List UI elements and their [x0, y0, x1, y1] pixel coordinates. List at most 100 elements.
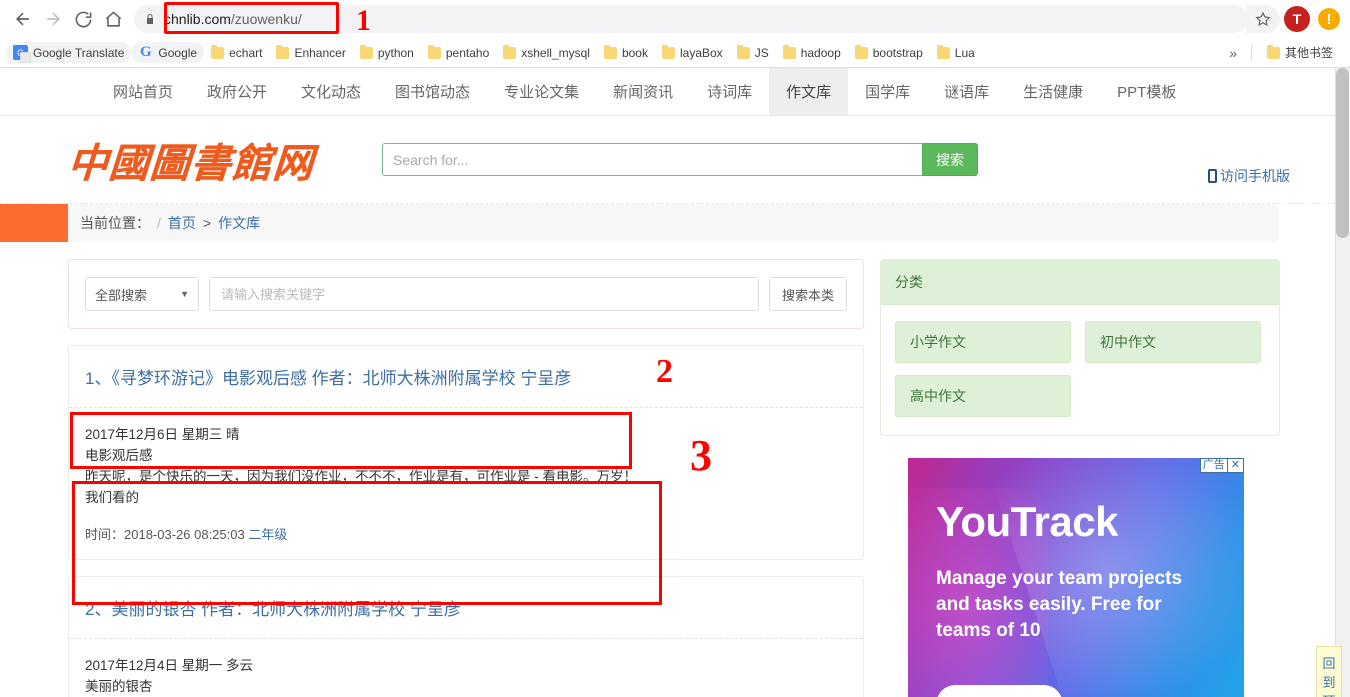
lock-icon	[144, 12, 156, 26]
ad-subtitle: Manage your team projects and tasks easi…	[936, 568, 1183, 641]
bookmark-book[interactable]: book	[597, 43, 655, 63]
nav-item-ppt[interactable]: PPT模板	[1100, 68, 1193, 115]
breadcrumb-prefix: 当前位置：	[80, 215, 150, 231]
ad-badge: 广告 ✕	[1199, 458, 1244, 473]
folder-icon	[359, 44, 373, 59]
mobile-version-link[interactable]: 访问手机版	[1208, 166, 1290, 186]
nav-item-sinology[interactable]: 国学库	[848, 68, 927, 115]
main-column: 全部搜索 ▼ 搜索本类 1、《寻梦环游记》电影观后感 作者：北师大株洲附属学校 …	[68, 259, 864, 697]
bookmarks-bar: G Google Translate G Google echart Enhan…	[0, 38, 1350, 68]
bookmark-label: python	[377, 45, 414, 60]
article-title-link[interactable]: 2、美丽的银杏 作者：北师大株洲附属学校 宁呈彦	[69, 577, 863, 639]
bookmark-label: hadoop	[800, 45, 841, 60]
folder-icon	[211, 44, 225, 59]
category-item-junior[interactable]: 初中作文	[1085, 321, 1261, 363]
bookmark-hadoop[interactable]: hadoop	[776, 43, 848, 63]
bookmark-xshell-mysql[interactable]: xshell_mysql	[496, 43, 597, 63]
article-excerpt: 2017年12月6日 星期三 晴 电影观后感 昨天呢，是个快乐的一天，因为我们没…	[69, 408, 863, 559]
avatar[interactable]: T	[1284, 6, 1310, 32]
close-icon[interactable]: ✕	[1227, 458, 1244, 473]
google-translate-icon: G	[13, 45, 31, 63]
nav-item-library-news[interactable]: 图书馆动态	[378, 68, 487, 115]
nav-item-papers[interactable]: 专业论文集	[487, 68, 596, 115]
article-title-link[interactable]: 1、《寻梦环游记》电影观后感 作者：北师大株洲附属学校 宁呈彦	[69, 346, 863, 408]
google-icon: G	[140, 44, 152, 60]
bookmark-pentaho[interactable]: pentaho	[421, 43, 496, 63]
bookmark-google[interactable]: G Google	[131, 42, 205, 63]
nav-item-culture[interactable]: 文化动态	[284, 68, 378, 115]
back-to-top-char: 回	[1322, 656, 1336, 671]
folder-icon	[1266, 44, 1280, 59]
folder-icon	[276, 44, 290, 59]
bookmark-layabox[interactable]: layaBox	[655, 43, 730, 63]
article-time: 时间：2018-03-26 08:25:03	[85, 527, 245, 542]
search-category-button[interactable]: 搜索本类	[769, 277, 847, 311]
bookmarks-overflow: » 其他书签	[1223, 41, 1344, 64]
sidebar-column: 分类 小学作文 初中作文 高中作文 广告 ✕ YouTrack Manage y…	[880, 259, 1280, 697]
chevron-overflow-icon[interactable]: »	[1223, 45, 1243, 61]
chevron-down-icon: ▼	[180, 289, 189, 299]
category-item-primary[interactable]: 小学作文	[895, 321, 1071, 363]
divider	[1250, 44, 1252, 61]
page-scrollbar[interactable]	[1335, 68, 1350, 697]
breadcrumb-slash: /	[157, 215, 161, 231]
back-to-top-button[interactable]: 回 到 顶 部	[1316, 646, 1342, 697]
ad-cta-button[interactable]: Get started	[936, 685, 1064, 697]
bookmark-label: xshell_mysql	[521, 45, 590, 60]
keyword-input[interactable]	[209, 277, 759, 311]
toolbar-right-icons: T !	[1246, 5, 1342, 33]
bookmark-lua[interactable]: Lua	[930, 43, 982, 63]
nav-item-riddles[interactable]: 谜语库	[927, 68, 1006, 115]
folder-icon	[736, 44, 750, 59]
nav-item-home[interactable]: 网站首页	[96, 68, 190, 115]
article-grade-tag[interactable]: 二年级	[248, 527, 287, 542]
bookmark-label: Google Translate	[33, 45, 125, 60]
bookmark-label: echart	[229, 45, 263, 60]
bookmark-python[interactable]: python	[353, 43, 421, 63]
back-arrow-icon[interactable]	[8, 4, 38, 34]
site-logo[interactable]: 中國圖書館网	[66, 131, 370, 189]
forward-arrow-icon[interactable]	[38, 4, 68, 34]
url-path: /zuowenku/	[230, 11, 302, 27]
back-to-top-char: 到	[1322, 675, 1336, 690]
back-to-top-char: 顶	[1317, 692, 1341, 697]
excerpt-line: 电影观后感	[85, 448, 153, 463]
bookmark-google-translate[interactable]: G Google Translate	[6, 42, 132, 63]
article-card: 1、《寻梦环游记》电影观后感 作者：北师大株洲附属学校 宁呈彦 2017年12月…	[68, 345, 864, 560]
url-text: chnlib.com/zuowenku/	[164, 11, 302, 27]
bookmark-enhancer[interactable]: Enhancer	[269, 43, 352, 63]
category-panel-title: 分类	[881, 260, 1279, 305]
site-header: 中國圖書館网 搜索 访问手机版	[0, 116, 1350, 204]
bookmark-echart[interactable]: echart	[204, 43, 269, 63]
bookmark-label: layaBox	[679, 45, 723, 60]
nav-item-essays[interactable]: 作文库	[769, 68, 849, 115]
bookmark-label: 其他书签	[1284, 46, 1333, 60]
search-input[interactable]	[382, 143, 922, 176]
nav-item-poetry[interactable]: 诗词库	[690, 68, 769, 115]
search-scope-select[interactable]: 全部搜索 ▼	[85, 277, 199, 311]
bookmark-js[interactable]: JS	[730, 43, 776, 63]
home-icon[interactable]	[98, 4, 128, 34]
search-scope-value: 全部搜索	[95, 287, 148, 303]
update-warning-icon[interactable]: !	[1318, 8, 1340, 30]
bookmark-label: pentaho	[445, 45, 490, 60]
reload-icon[interactable]	[68, 4, 98, 34]
bookmark-bootstrap[interactable]: bootstrap	[848, 43, 930, 63]
category-item-senior[interactable]: 高中作文	[895, 375, 1071, 417]
address-bar[interactable]: chnlib.com/zuowenku/	[134, 5, 1248, 33]
nav-item-government[interactable]: 政府公开	[190, 68, 284, 115]
search-button[interactable]: 搜索	[922, 143, 978, 176]
bookmark-other[interactable]: 其他书签	[1260, 41, 1340, 64]
breadcrumb-home-link[interactable]: 首页	[168, 213, 196, 233]
excerpt-line: 2017年12月6日 星期三 晴	[85, 427, 240, 442]
bookmark-star-icon[interactable]	[1246, 5, 1280, 33]
article-excerpt: 2017年12月4日 星期一 多云 美丽的银杏 在我们学校的南边，有一排高大的银…	[69, 639, 863, 697]
excerpt-line: 昨天呢，是个快乐的一天，因为我们没作业，不不不，作业是有，可作业是 - 看电影。…	[85, 469, 637, 484]
nav-item-health[interactable]: 生活健康	[1006, 68, 1100, 115]
breadcrumb-current[interactable]: 作文库	[218, 213, 260, 233]
header-search: 搜索	[382, 143, 978, 176]
scrollbar-thumb[interactable]	[1336, 68, 1349, 238]
advertisement-banner[interactable]: 广告 ✕ YouTrack Manage your team projects …	[908, 458, 1244, 697]
nav-item-news[interactable]: 新闻资讯	[596, 68, 690, 115]
folder-icon	[661, 44, 675, 59]
